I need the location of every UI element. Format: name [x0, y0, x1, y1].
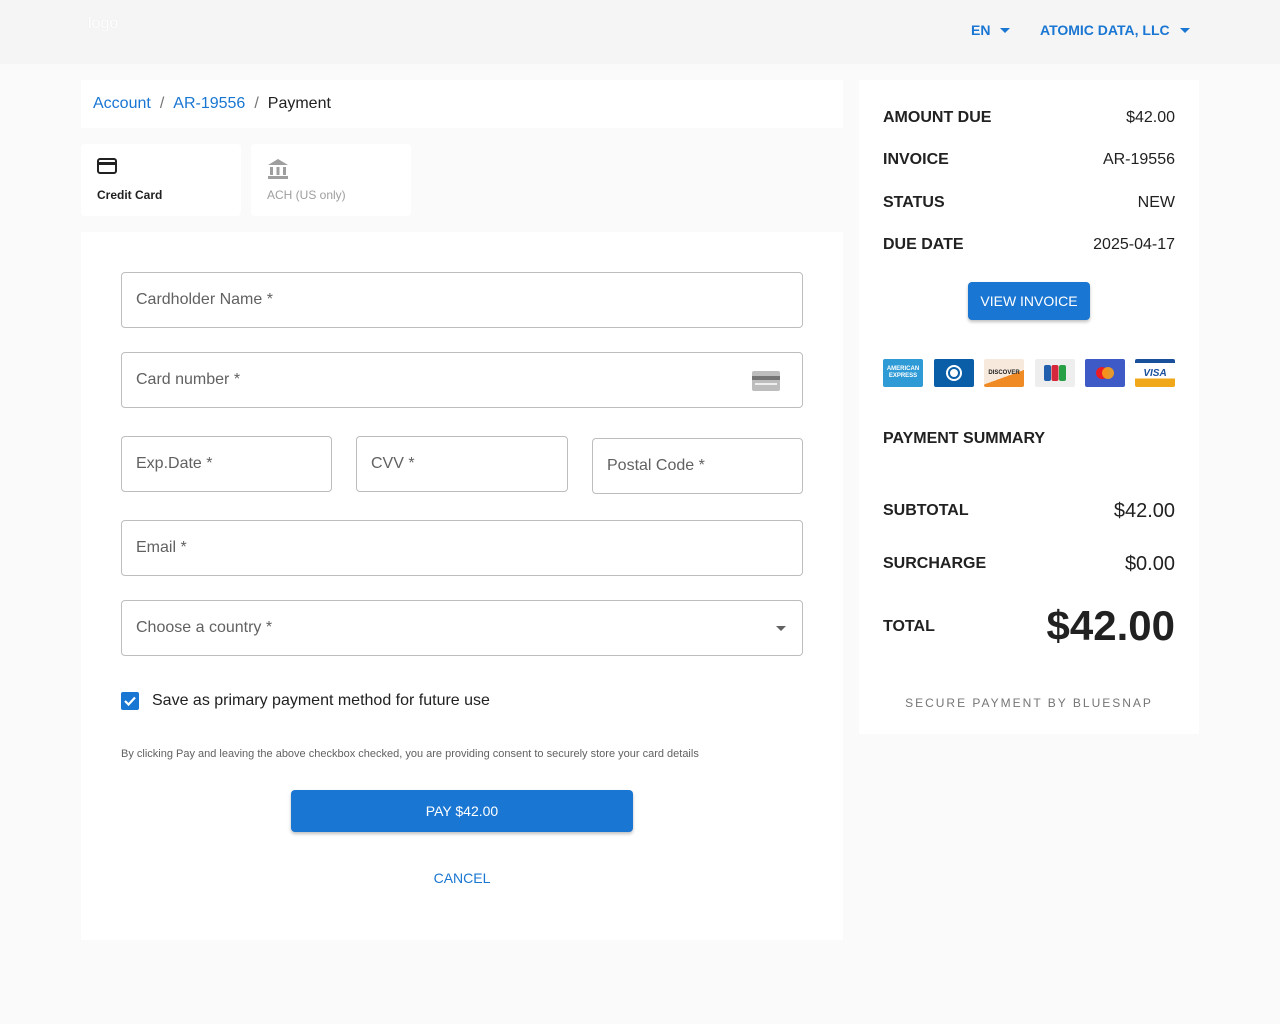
account-menu[interactable]: ATOMIC DATA, LLC [1040, 22, 1190, 38]
breadcrumb-current: Payment [267, 95, 331, 112]
diners-icon [934, 359, 974, 387]
tab-ach-label: ACH (US only) [267, 188, 346, 202]
tab-credit-card[interactable]: Credit Card [81, 144, 241, 216]
payment-summary-title: PAYMENT SUMMARY [883, 430, 1046, 447]
top-bar: logo EN ATOMIC DATA, LLC [0, 0, 1280, 64]
chevron-down-icon [776, 626, 786, 631]
save-payment-checkbox[interactable] [121, 692, 139, 710]
due-date-value: 2025-04-17 [1093, 236, 1175, 253]
payment-form-card [81, 232, 843, 940]
tab-ach[interactable]: ACH (US only) [251, 144, 411, 216]
logo: logo [88, 15, 119, 32]
exp-date-field[interactable]: Exp.Date * [121, 436, 332, 492]
breadcrumb-invoice-link[interactable]: AR-19556 [173, 95, 245, 113]
total-value: $42.00 [1046, 602, 1175, 649]
breadcrumb-separator: / [159, 95, 165, 112]
checkmark-icon [124, 696, 136, 707]
status-label: STATUS [883, 194, 945, 211]
due-date-label: DUE DATE [883, 236, 964, 253]
country-label: Choose a country * [136, 619, 273, 636]
postal-code-label: Postal Code * [607, 457, 705, 474]
mastercard-icon [1085, 359, 1125, 387]
chevron-down-icon [1179, 27, 1190, 33]
discover-icon: DISCOVER [984, 359, 1024, 387]
generic-card-icon [752, 371, 780, 396]
jcb-icon [1035, 359, 1075, 387]
amex-logo-text: AMERICAN EXPRESS [886, 366, 920, 379]
postal-code-field[interactable]: Postal Code * [592, 438, 803, 494]
status-value: NEW [1137, 194, 1175, 211]
amex-icon: AMERICAN EXPRESS [883, 359, 923, 387]
cvv-field[interactable]: CVV * [356, 436, 568, 492]
email-field[interactable]: Email * [121, 520, 803, 576]
amount-due-label: AMOUNT DUE [883, 109, 992, 126]
chevron-down-icon [1000, 27, 1011, 33]
total-label: TOTAL [883, 618, 935, 635]
account-label: ATOMIC DATA, LLC [1040, 22, 1170, 38]
visa-icon: VISA [1135, 359, 1175, 387]
invoice-number: AR-19556 [1102, 151, 1175, 168]
discover-logo-text: DISCOVER [988, 370, 1020, 376]
visa-logo-text: VISA [1143, 367, 1167, 379]
breadcrumb: Account / AR-19556 / Payment [81, 80, 843, 128]
cancel-button[interactable]: CANCEL [402, 866, 522, 890]
bank-icon [267, 158, 289, 185]
country-select[interactable]: Choose a country * [121, 600, 803, 656]
breadcrumb-account-link[interactable]: Account [93, 95, 151, 113]
cardholder-name-field[interactable]: Cardholder Name * [121, 272, 803, 328]
surcharge-label: SURCHARGE [883, 555, 987, 572]
pay-button[interactable]: PAY $42.00 [291, 790, 633, 832]
breadcrumb-separator: / [254, 95, 259, 112]
secure-payment-text: SECURE PAYMENT BY BLUESNAP [905, 696, 1153, 710]
amount-due-value: $42.00 [1126, 109, 1175, 126]
cardholder-name-label: Cardholder Name * [136, 291, 273, 308]
credit-card-icon [97, 158, 117, 179]
subtotal-label: SUBTOTAL [883, 502, 969, 519]
email-label: Email * [136, 539, 187, 556]
tab-credit-card-label: Credit Card [97, 188, 163, 202]
invoice-summary-card: AMOUNT DUE $42.00 INVOICE AR-19556 STATU… [859, 80, 1199, 734]
exp-date-label: Exp.Date * [136, 455, 213, 472]
card-number-field[interactable]: Card number * [121, 352, 803, 408]
consent-text: By clicking Pay and leaving the above ch… [121, 748, 699, 760]
view-invoice-button[interactable]: VIEW INVOICE [968, 282, 1090, 320]
surcharge-value: $0.00 [1124, 553, 1175, 575]
card-number-label: Card number * [136, 371, 241, 388]
cvv-label: CVV * [371, 455, 415, 472]
invoice-label: INVOICE [883, 151, 949, 168]
subtotal-value: $42.00 [1113, 500, 1175, 522]
language-menu[interactable]: EN [971, 22, 1011, 38]
save-payment-label: Save as primary payment method for futur… [152, 692, 490, 709]
language-label: EN [971, 22, 991, 38]
